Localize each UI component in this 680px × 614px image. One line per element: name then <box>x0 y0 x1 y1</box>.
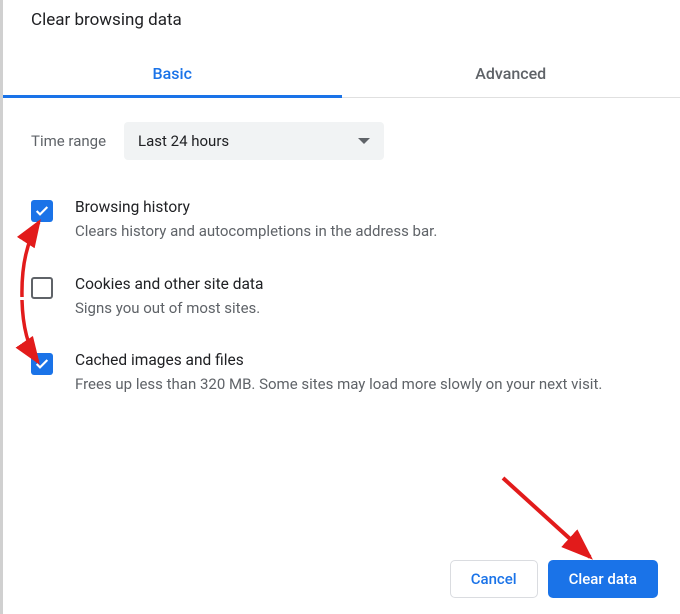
tabs: Basic Advanced <box>3 52 680 98</box>
option-text: Cached images and files Frees up less th… <box>75 351 652 396</box>
checkmark-icon <box>34 203 50 219</box>
option-cookies: Cookies and other site data Signs you ou… <box>31 259 652 336</box>
option-desc: Clears history and autocompletions in th… <box>75 220 652 243</box>
option-desc: Frees up less than 320 MB. Some sites ma… <box>75 373 652 396</box>
option-desc: Signs you out of most sites. <box>75 297 652 320</box>
button-label: Clear data <box>569 570 637 588</box>
checkbox-cookies[interactable] <box>31 277 53 299</box>
time-range-label: Time range <box>31 132 106 150</box>
dialog-footer: Cancel Clear data <box>450 560 658 598</box>
option-title: Browsing history <box>75 198 652 216</box>
checkmark-icon <box>34 356 50 372</box>
option-title: Cookies and other site data <box>75 275 652 293</box>
chevron-down-icon <box>358 138 370 144</box>
time-range-row: Time range Last 24 hours <box>3 98 680 172</box>
options-list: Browsing history Clears history and auto… <box>3 172 680 412</box>
checkbox-cached[interactable] <box>31 353 53 375</box>
checkbox-browsing-history[interactable] <box>31 200 53 222</box>
option-title: Cached images and files <box>75 351 652 369</box>
option-cached: Cached images and files Frees up less th… <box>31 335 652 412</box>
tab-label: Basic <box>153 64 192 83</box>
dialog-title: Clear browsing data <box>3 0 680 30</box>
time-range-select[interactable]: Last 24 hours <box>124 122 384 160</box>
button-label: Cancel <box>471 570 517 588</box>
clear-data-button[interactable]: Clear data <box>548 560 658 598</box>
tab-advanced[interactable]: Advanced <box>342 52 680 97</box>
option-browsing-history: Browsing history Clears history and auto… <box>31 182 652 259</box>
option-text: Browsing history Clears history and auto… <box>75 198 652 243</box>
time-range-value: Last 24 hours <box>138 132 229 150</box>
cancel-button[interactable]: Cancel <box>450 560 538 598</box>
option-text: Cookies and other site data Signs you ou… <box>75 275 652 320</box>
clear-browsing-data-dialog: Clear browsing data Basic Advanced Time … <box>3 0 680 614</box>
tab-label: Advanced <box>475 64 546 83</box>
tab-basic[interactable]: Basic <box>3 52 342 97</box>
